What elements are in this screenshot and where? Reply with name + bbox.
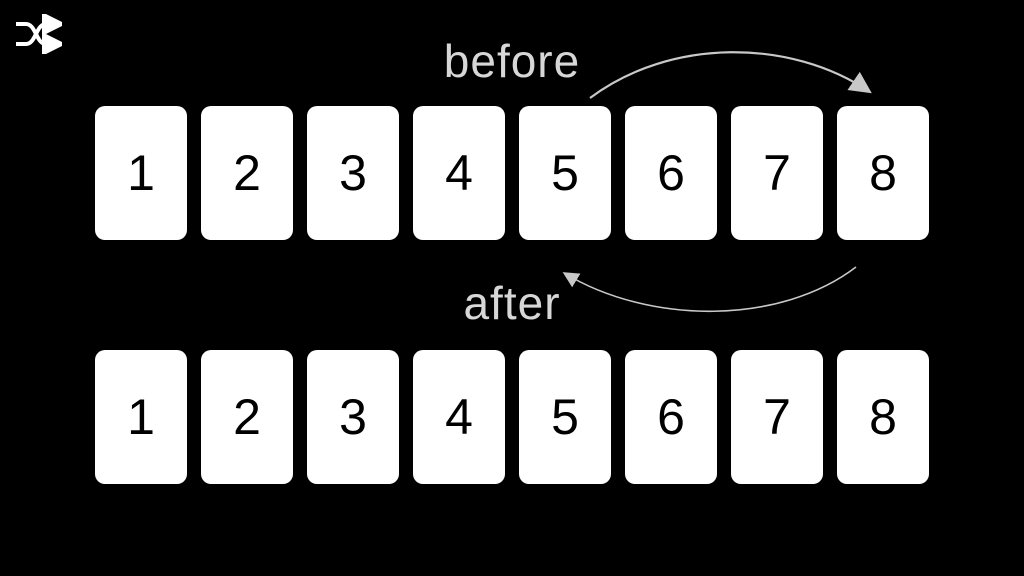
card-before-7: 7 xyxy=(731,106,823,240)
card-after-4: 4 xyxy=(413,350,505,484)
diagram-stage: before 1 2 3 4 5 6 7 8 after 1 2 3 xyxy=(0,0,1024,576)
card-before-5: 5 xyxy=(519,106,611,240)
card-before-4: 4 xyxy=(413,106,505,240)
card-after-6: 6 xyxy=(625,350,717,484)
card-after-5: 5 xyxy=(519,350,611,484)
card-before-1: 1 xyxy=(95,106,187,240)
card-after-7: 7 xyxy=(731,350,823,484)
card-after-1: 1 xyxy=(95,350,187,484)
card-row-after: 1 2 3 4 5 6 7 8 xyxy=(0,350,1024,484)
label-after: after xyxy=(0,276,1024,330)
label-before: before xyxy=(0,34,1024,88)
card-row-before: 1 2 3 4 5 6 7 8 xyxy=(0,106,1024,240)
card-before-3: 3 xyxy=(307,106,399,240)
card-after-2: 2 xyxy=(201,350,293,484)
card-after-8: 8 xyxy=(837,350,929,484)
card-after-3: 3 xyxy=(307,350,399,484)
card-before-8: 8 xyxy=(837,106,929,240)
card-before-2: 2 xyxy=(201,106,293,240)
card-before-6: 6 xyxy=(625,106,717,240)
